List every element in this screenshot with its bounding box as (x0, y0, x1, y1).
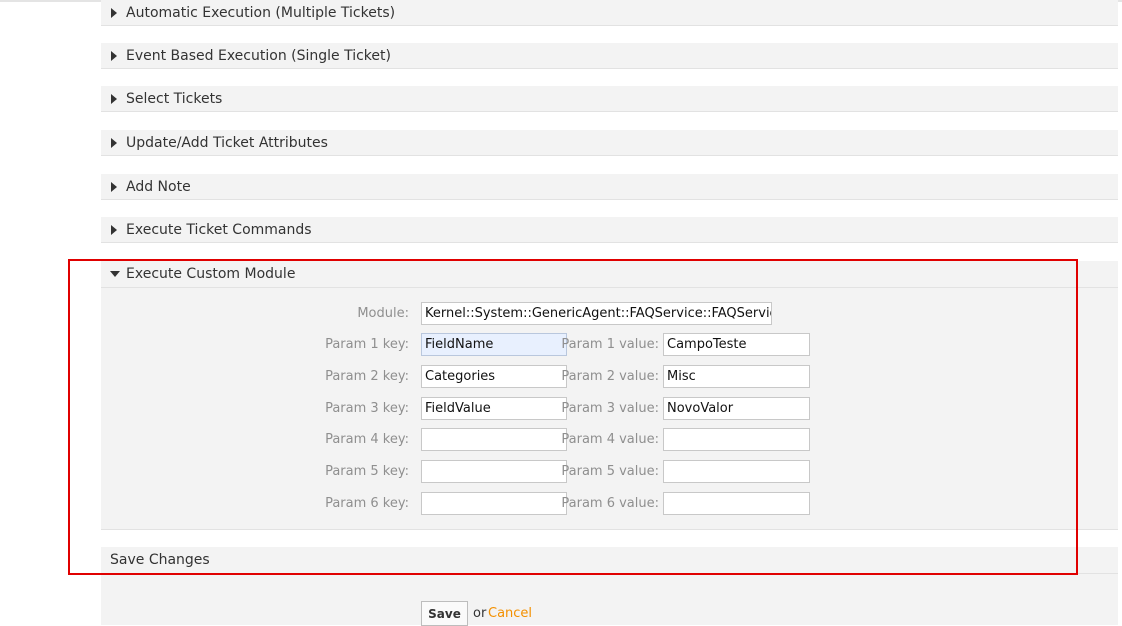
module-label: Module: (357, 306, 409, 321)
collapse-triangle-icon (110, 271, 120, 277)
section-title: Select Tickets (126, 90, 223, 107)
expand-triangle-icon (111, 50, 117, 61)
param-4-key-label: Param 4 key: (325, 432, 409, 447)
param-4-key-input[interactable] (421, 428, 567, 451)
param-2-key-input[interactable]: Categories (421, 365, 567, 388)
param-5-key-label: Param 5 key: (325, 464, 409, 479)
section-title: Execute Custom Module (126, 266, 296, 282)
section-automatic-execution[interactable]: Automatic Execution (Multiple Tickets) (101, 0, 1118, 26)
section-execute-ticket-commands[interactable]: Execute Ticket Commands (101, 217, 1118, 243)
section-event-based-execution[interactable]: Event Based Execution (Single Ticket) (101, 43, 1118, 69)
section-title: Update/Add Ticket Attributes (126, 134, 328, 151)
param-1-key-input[interactable]: FieldName (421, 333, 567, 356)
section-title: Automatic Execution (Multiple Tickets) (126, 4, 396, 21)
param-3-value-label: Param 3 value: (561, 401, 659, 416)
param-5-value-input[interactable] (663, 460, 810, 483)
section-title: Add Note (126, 178, 191, 195)
expand-triangle-icon (111, 7, 117, 18)
param-6-value-input[interactable] (663, 492, 810, 515)
expand-triangle-icon (111, 137, 117, 148)
expand-triangle-icon (111, 181, 117, 192)
param-6-key-label: Param 6 key: (325, 496, 409, 511)
section-title: Execute Ticket Commands (126, 221, 312, 238)
param-2-key-label: Param 2 key: (325, 369, 409, 384)
param-6-key-input[interactable] (421, 492, 567, 515)
param-1-key-label: Param 1 key: (325, 337, 409, 352)
section-title: Save Changes (110, 552, 210, 568)
section-title: Event Based Execution (Single Ticket) (126, 47, 391, 64)
param-2-value-label: Param 2 value: (561, 369, 659, 384)
param-4-value-label: Param 4 value: (561, 432, 659, 447)
param-3-key-input[interactable]: FieldValue (421, 397, 567, 420)
param-6-value-label: Param 6 value: (561, 496, 659, 511)
param-3-value-input[interactable]: NovoValor (663, 397, 810, 420)
param-1-value-label: Param 1 value: (561, 337, 659, 352)
section-update-ticket-attributes[interactable]: Update/Add Ticket Attributes (101, 130, 1118, 156)
param-1-value-input[interactable]: CampoTeste (663, 333, 810, 356)
save-area (101, 574, 1118, 625)
cancel-link[interactable]: Cancel (488, 606, 532, 621)
expand-triangle-icon (111, 224, 117, 235)
param-5-value-label: Param 5 value: (561, 464, 659, 479)
section-add-note[interactable]: Add Note (101, 174, 1118, 200)
param-2-value-input[interactable]: Misc (663, 365, 810, 388)
or-text: or (473, 606, 487, 621)
expand-triangle-icon (111, 93, 117, 104)
param-3-key-label: Param 3 key: (325, 401, 409, 416)
param-4-value-input[interactable] (663, 428, 810, 451)
section-select-tickets[interactable]: Select Tickets (101, 86, 1118, 112)
section-save-changes: Save Changes (101, 547, 1118, 574)
module-input[interactable]: Kernel::System::GenericAgent::FAQService… (421, 302, 772, 325)
save-button[interactable]: Save (421, 601, 468, 626)
section-execute-custom-module[interactable]: Execute Custom Module (101, 261, 1118, 288)
param-5-key-input[interactable] (421, 460, 567, 483)
